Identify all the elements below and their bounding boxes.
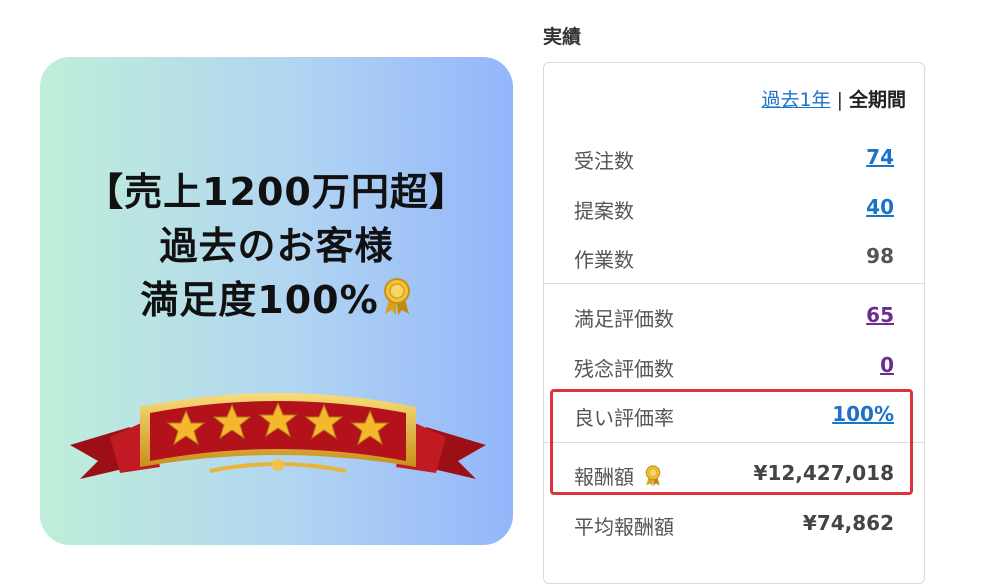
divider xyxy=(544,283,924,284)
stat-value-link[interactable]: 0 xyxy=(880,353,894,377)
stats-panel: 過去1年 | 全期間 受注数 74 提案数 40 作業数 98 満足評価数 65 残… xyxy=(543,62,925,584)
stat-label: 受注数 xyxy=(574,149,634,173)
rosette-medal-icon xyxy=(381,276,413,330)
stat-row-disappointed: 残念評価数 0 xyxy=(544,345,924,385)
stat-value-link[interactable]: 65 xyxy=(866,303,894,327)
stat-label: 提案数 xyxy=(574,199,634,223)
stat-label: 平均報酬額 xyxy=(574,515,674,539)
promo-satisfaction: 満足度100% xyxy=(40,273,513,330)
promo-card: 【売上1200万円超】 過去のお客様 満足度100% xyxy=(40,57,513,545)
stat-row-proposals: 提案数 40 xyxy=(544,187,924,227)
promo-headline: 【売上1200万円超】 xyxy=(85,170,468,214)
stat-value: ¥74,862 xyxy=(802,511,894,535)
promo-subheadline: 過去のお客様 xyxy=(159,224,394,268)
stat-row-satisfied: 満足評価数 65 xyxy=(544,295,924,335)
period-all-time: 全期間 xyxy=(848,89,906,111)
five-star-ribbon-banner xyxy=(70,387,486,487)
stat-value: 98 xyxy=(866,244,894,268)
period-separator: | xyxy=(836,89,843,111)
promo-text: 【売上1200万円超】 過去のお客様 満足度100% xyxy=(40,165,513,330)
stat-value-link[interactable]: 40 xyxy=(866,195,894,219)
stat-row-tasks: 作業数 98 xyxy=(544,236,924,276)
stat-label: 満足評価数 xyxy=(574,307,674,331)
section-title: 実績 xyxy=(543,26,582,48)
stat-row-orders: 受注数 74 xyxy=(544,137,924,177)
promo-satisfaction-text: 満足度100% xyxy=(140,278,379,322)
stat-label: 残念評価数 xyxy=(574,357,674,381)
stat-label: 作業数 xyxy=(574,248,634,272)
stat-row-average-reward: 平均報酬額 ¥74,862 xyxy=(544,503,924,543)
highlight-box xyxy=(550,389,913,495)
period-past-year-link[interactable]: 過去1年 xyxy=(761,89,830,111)
stat-value-link[interactable]: 74 xyxy=(866,145,894,169)
period-switcher: 過去1年 | 全期間 xyxy=(761,85,906,112)
